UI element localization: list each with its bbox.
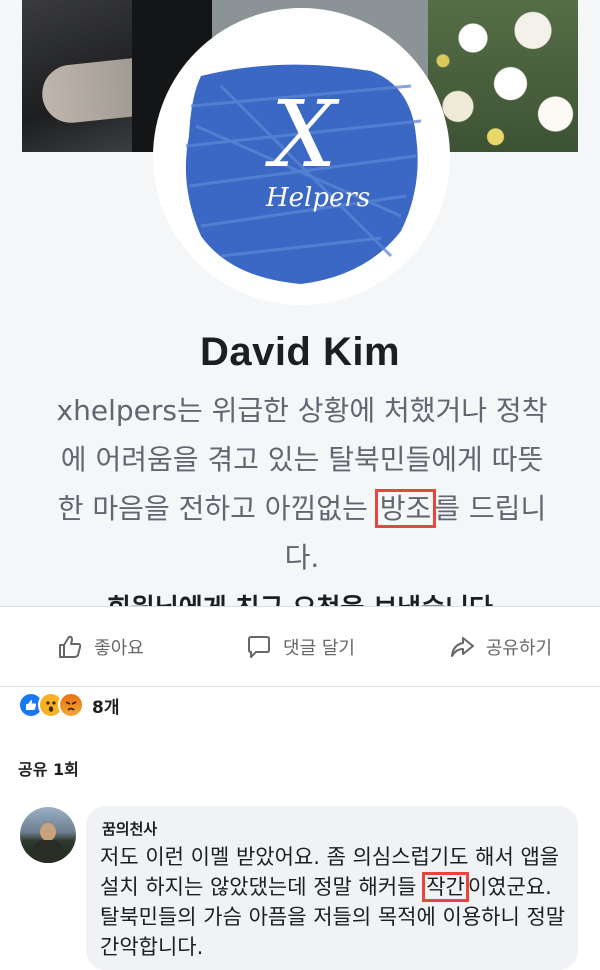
divider [0,606,600,607]
commenter-avatar[interactable] [20,807,76,863]
bio-line-3-end: 를 드립니 [434,492,547,525]
logo-x-letter: X [265,81,340,188]
comment-button[interactable]: 댓글 달기 [200,608,400,686]
bio-line-3: 한 마음을 전하고 아낌없는 방조 를 드립니 [28,484,576,533]
cover-photo-flowers [428,0,578,152]
profile-bio: xhelpers는 위급한 상황에 처했거나 정착 에 어려움을 겪고 있는 탈… [28,386,576,582]
comment-text: 저도 이런 이멜 받았어요. 좀 의심스럽기도 해서 앱을 설치 하지는 않았댔… [100,842,570,962]
xhelpers-logo: X Helpers [161,16,442,297]
post-action-bar: 좋아요 댓글 달기 공유하기 [0,608,600,686]
shared-profile-card: X Helpers David Kim xhelpers는 위급한 상황에 처했… [0,0,600,606]
comment-button-label: 댓글 달기 [283,638,355,659]
profile-picture[interactable]: X Helpers [153,8,450,305]
like-button-label: 좋아요 [94,638,144,659]
reaction-count: 8개 [92,697,120,718]
angry-reaction-icon [58,692,84,718]
logo-brand-text: Helpers [265,183,370,213]
comment-bubble-icon [248,636,271,658]
bio-line-4: 다. [284,541,320,574]
share-button-label: 공유하기 [485,638,553,659]
share-count[interactable]: 공유 1회 [18,756,79,780]
reaction-summary[interactable]: 8개 [18,690,119,720]
bio-line-2: 에 어려움을 겪고 있는 탈북민들에게 따뜻 [60,443,544,476]
bio-line-3-start: 한 마음을 전하고 아낌없는 [57,492,377,525]
bio-highlighted-word: 방조 [374,489,437,528]
friend-request-notice: 회원님에게 친구 요청을 보냈습니다 [0,588,600,606]
share-button[interactable]: 공유하기 [400,608,600,686]
profile-name[interactable]: David Kim [0,330,600,375]
comment-bubble: 꿈의천사 저도 이런 이멜 받았어요. 좀 의심스럽기도 해서 앱을 설치 하지… [86,806,578,970]
bio-line-1: xhelpers는 위급한 상황에 처했거나 정착 [56,394,548,427]
comment-highlighted-word: 작간 [422,872,469,902]
comment-author[interactable]: 꿈의천사 [102,818,157,839]
thumbs-up-icon [59,635,82,658]
commenter-avatar-body [32,840,64,863]
like-button[interactable]: 좋아요 [0,608,200,686]
divider [0,686,600,687]
commenter-avatar-face [40,823,56,841]
share-arrow-icon [450,637,474,657]
